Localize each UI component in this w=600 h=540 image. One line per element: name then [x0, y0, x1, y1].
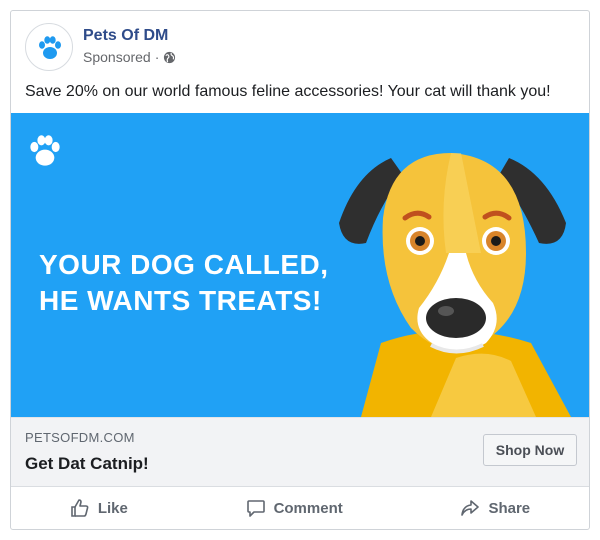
share-icon	[461, 500, 480, 516]
paw-icon	[30, 135, 60, 166]
thumbs-up-icon	[71, 499, 89, 517]
comment-label: Comment	[273, 499, 343, 517]
comment-button[interactable]: Comment	[246, 498, 343, 518]
sponsored-post-card: Pets Of DM Sponsored · Save 20% on our w…	[10, 10, 590, 530]
post-meta: Sponsored ·	[83, 49, 176, 65]
sponsored-label[interactable]: Sponsored	[83, 49, 151, 65]
link-preview[interactable]: PETSOFDM.COM Get Dat Catnip! Shop Now	[11, 417, 589, 487]
share-button[interactable]: Share	[460, 498, 530, 518]
like-label: Like	[97, 499, 128, 517]
link-title[interactable]: Get Dat Catnip!	[25, 454, 149, 474]
post-header: Pets Of DM Sponsored ·	[25, 23, 575, 75]
dog-illustration	[339, 153, 571, 417]
like-button[interactable]: Like	[70, 498, 128, 518]
ad-image[interactable]: YOUR DOG CALLED, HE WANTS TREATS!	[11, 113, 589, 417]
ad-headline: YOUR DOG CALLED, HE WANTS TREATS!	[39, 247, 329, 319]
paw-icon	[39, 36, 61, 59]
meta-separator: ·	[154, 49, 160, 65]
headline-line-2: HE WANTS TREATS!	[39, 285, 322, 316]
post-actions-bar: Like Comment Share	[11, 487, 589, 529]
comment-icon	[246, 500, 265, 517]
headline-line-1: YOUR DOG CALLED,	[39, 249, 329, 280]
post-message: Save 20% on our world famous feline acce…	[25, 83, 551, 100]
shop-now-button[interactable]: Shop Now	[483, 434, 577, 466]
link-domain: PETSOFDM.COM	[25, 430, 135, 445]
page-avatar[interactable]	[25, 23, 73, 71]
page-name-link[interactable]: Pets Of DM	[83, 27, 168, 45]
globe-icon[interactable]	[163, 51, 176, 64]
share-label: Share	[488, 499, 531, 517]
